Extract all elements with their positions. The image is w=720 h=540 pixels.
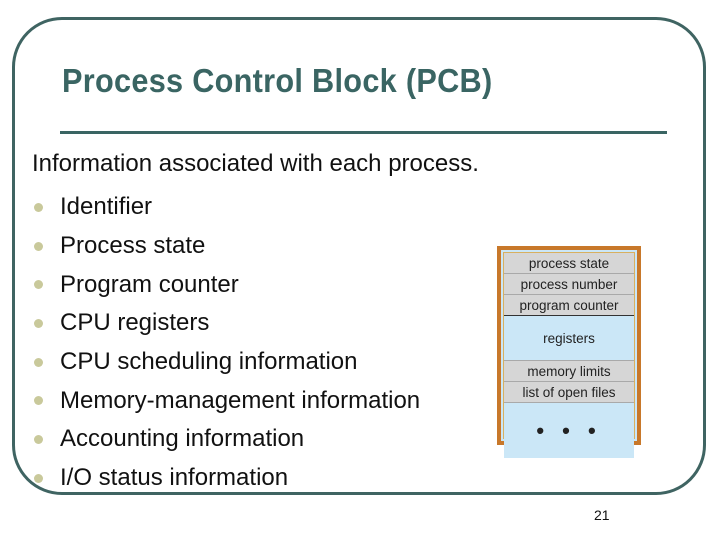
list-item: Memory-management information [32,381,420,420]
bullet-icon [34,357,43,367]
pcb-inner: process state process number program cou… [503,252,635,458]
pcb-field-open-files: list of open files [504,382,634,403]
list-item-text: CPU scheduling information [60,348,358,376]
list-item: Process state [32,227,420,266]
list-item-text: Process state [60,232,206,260]
bullet-icon [34,318,43,328]
pcb-diagram: process state process number program cou… [497,246,641,458]
pcb-field-ellipsis: • • • [504,403,634,458]
bullet-icon [34,280,43,290]
pcb-field-memory-limits: memory limits [504,361,634,382]
pcb-field-process-number: process number [504,274,634,295]
bullet-icon [34,473,43,483]
title-divider [60,131,667,134]
list-item-text: I/O status information [60,464,289,492]
list-item: CPU registers [32,304,420,343]
slide-title: Process Control Block (PCB) [62,62,493,99]
bullet-icon [34,202,43,212]
bullet-icon [34,396,43,406]
page-number: 21 [594,507,610,523]
list-item-text: CPU registers [60,309,210,337]
list-item-text: Identifier [60,193,153,221]
list-item: I/O status information [32,459,420,498]
bullet-list: Identifier Process state Program counter… [32,188,420,498]
list-item: Accounting information [32,420,420,459]
pcb-field-registers: registers [504,316,634,361]
bullet-icon [34,241,43,251]
list-item: Program counter [32,265,420,304]
list-item-text: Accounting information [60,425,305,453]
bullet-icon [34,434,43,444]
list-item-text: Memory-management information [60,386,421,414]
pcb-field-process-state: process state [504,253,634,274]
list-item: Identifier [32,188,420,227]
list-item-text: Program counter [60,270,239,298]
intro-text: Information associated with each process… [32,150,479,177]
list-item: CPU scheduling information [32,343,420,382]
pcb-field-program-counter: program counter [504,295,634,316]
